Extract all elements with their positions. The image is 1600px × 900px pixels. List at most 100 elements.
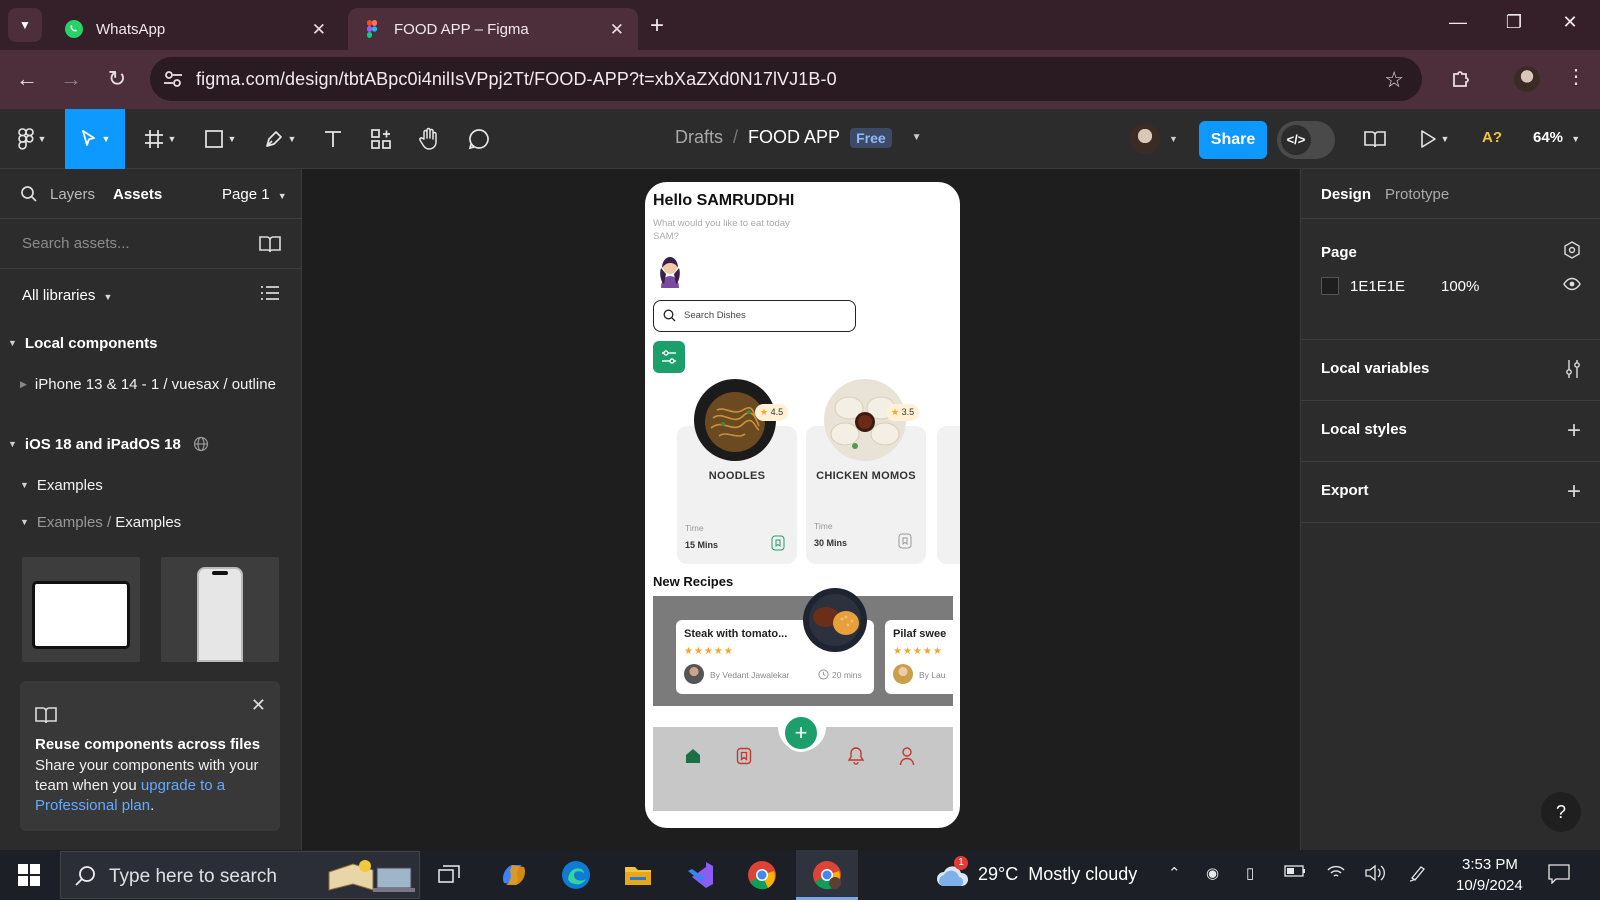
record-icon[interactable]: ◉ — [1206, 864, 1219, 882]
shape-tool[interactable]: ▼ — [198, 109, 242, 169]
reload-icon[interactable]: ↻ — [104, 66, 130, 92]
taskbar-search-box[interactable]: Type here to search — [60, 851, 420, 899]
close-icon[interactable]: ✕ — [312, 20, 326, 40]
edge-icon[interactable] — [560, 859, 592, 891]
pen-tool[interactable]: ▼ — [258, 109, 302, 169]
hand-tool[interactable] — [412, 109, 446, 169]
component-folder[interactable]: ▶ iPhone 13 & 14 - 1 / vuesax / outline — [20, 376, 276, 393]
profile-avatar[interactable] — [1514, 66, 1540, 92]
phone-link-icon[interactable]: ▯ — [1246, 864, 1254, 882]
close-icon[interactable]: ✕ — [251, 695, 266, 716]
breadcrumb-drafts[interactable]: Drafts — [675, 127, 723, 148]
list-view-icon[interactable] — [260, 284, 280, 302]
help-button[interactable]: ? — [1541, 792, 1581, 832]
back-icon[interactable]: ← — [14, 66, 40, 92]
move-tool[interactable]: ▼ — [65, 109, 125, 169]
library-button[interactable] — [1360, 109, 1390, 169]
local-variables-section[interactable]: Local variables — [1301, 340, 1600, 401]
variables-sliders-icon[interactable] — [1565, 359, 1581, 379]
battery-icon[interactable] — [1284, 864, 1306, 878]
tab-prototype[interactable]: Prototype — [1385, 186, 1449, 203]
page-color-value[interactable]: 1E1E1E — [1350, 278, 1405, 295]
windows-start-icon[interactable] — [18, 864, 40, 886]
chrome-icon[interactable] — [746, 859, 778, 891]
multiplayer-avatar[interactable] — [1130, 124, 1160, 154]
task-view-icon[interactable] — [438, 865, 460, 885]
asset-search-field[interactable]: Search assets... — [0, 219, 302, 269]
tab-assets[interactable]: Assets — [113, 186, 162, 203]
window-close-icon[interactable]: ✕ — [1556, 12, 1584, 38]
add-button[interactable]: + — [782, 714, 820, 752]
profile-icon[interactable] — [899, 746, 915, 766]
present-button[interactable]: ▼ — [1412, 109, 1456, 169]
main-menu-button[interactable]: ▼ — [10, 109, 54, 169]
food-app-frame[interactable]: Hello SAMRUDDHI What would you like to e… — [645, 182, 960, 828]
saved-icon[interactable] — [736, 747, 752, 765]
visual-studio-icon[interactable] — [684, 859, 716, 891]
recipe-card-pilaf[interactable]: Pilaf swee ★★★★★ By Lau — [885, 620, 960, 694]
notification-bell-icon[interactable] — [847, 746, 865, 766]
site-settings-icon[interactable] — [162, 68, 184, 90]
section-local-components[interactable]: ▼ Local components — [8, 335, 157, 352]
share-button[interactable]: Share — [1199, 121, 1267, 159]
page-opacity-value[interactable]: 100% — [1441, 278, 1479, 295]
copilot-icon[interactable] — [498, 859, 530, 891]
volume-icon[interactable] — [1364, 864, 1386, 882]
bookmark-icon[interactable] — [898, 533, 912, 549]
address-bar[interactable]: figma.com/design/tbtABpc0i4nilIsVPpj2Tt/… — [150, 57, 1422, 101]
chevron-down-icon[interactable]: ▼ — [1169, 134, 1178, 144]
local-styles-section[interactable]: Local styles + — [1301, 401, 1600, 462]
clock-time[interactable]: 3:53 PM — [1462, 856, 1518, 873]
comment-tool[interactable] — [462, 109, 496, 169]
page-color-swatch[interactable] — [1321, 277, 1339, 295]
plus-icon[interactable]: + — [1567, 417, 1581, 445]
extensions-icon[interactable] — [1450, 66, 1474, 90]
section-ios-library[interactable]: ▼ iOS 18 and iPadOS 18 — [8, 436, 209, 453]
frame-tool[interactable]: ▼ — [138, 109, 182, 169]
missing-fonts-indicator[interactable]: A? — [1482, 129, 1502, 146]
zoom-control[interactable]: 64% ▼ — [1533, 129, 1580, 146]
resources-tool[interactable] — [364, 109, 398, 169]
tab-whatsapp[interactable]: WhatsApp ✕ — [50, 8, 340, 50]
search-icon[interactable] — [20, 185, 38, 203]
new-tab-button[interactable]: + — [650, 12, 664, 40]
home-icon[interactable] — [684, 747, 702, 765]
export-section[interactable]: Export + — [1301, 462, 1600, 523]
chrome-profile-active[interactable] — [796, 850, 858, 900]
library-book-icon[interactable] — [258, 234, 282, 254]
file-explorer-icon[interactable] — [622, 859, 654, 891]
tab-design[interactable]: Design — [1321, 186, 1371, 203]
forward-icon[interactable]: → — [58, 66, 84, 92]
chevron-down-icon[interactable]: ▼ — [912, 132, 922, 143]
notification-center-icon[interactable] — [1548, 864, 1570, 884]
minimize-icon[interactable]: — — [1444, 12, 1472, 38]
examples-subfolder[interactable]: ▼ Examples / Examples — [20, 514, 181, 531]
page-selector[interactable]: Page 1 ▼ — [222, 186, 287, 203]
bookmark-star-icon[interactable]: ☆ — [1384, 67, 1404, 93]
eye-icon[interactable] — [1563, 277, 1581, 291]
pen-menu-icon[interactable] — [1408, 864, 1428, 882]
browser-menu-icon[interactable]: ⋮ — [1566, 64, 1586, 89]
examples-folder[interactable]: ▼ Examples — [20, 477, 103, 494]
dish-search-input[interactable]: Search Dishes — [653, 300, 856, 332]
wifi-icon[interactable] — [1326, 864, 1346, 880]
library-filter[interactable]: All libraries ▼ — [22, 287, 112, 304]
weather-text[interactable]: 29°C Mostly cloudy — [978, 864, 1137, 885]
tab-layers[interactable]: Layers — [50, 186, 95, 203]
plan-badge[interactable]: Free — [850, 127, 892, 148]
restore-icon[interactable]: ❐ — [1500, 12, 1528, 38]
clock-date[interactable]: 10/9/2024 — [1456, 877, 1523, 894]
styles-hex-icon[interactable] — [1563, 241, 1581, 259]
dev-mode-toggle[interactable]: </> — [1277, 121, 1335, 159]
component-thumbnail-ipad[interactable] — [22, 557, 140, 662]
file-name[interactable]: FOOD APP — [748, 127, 840, 148]
tab-figma[interactable]: FOOD APP – Figma ✕ — [348, 8, 638, 50]
plus-icon[interactable]: + — [1567, 478, 1581, 506]
chevron-up-icon[interactable]: ⌃ — [1168, 864, 1181, 882]
tab-search-button[interactable]: ▼ — [8, 8, 42, 42]
text-tool[interactable] — [316, 109, 350, 169]
bookmark-icon[interactable] — [771, 535, 785, 551]
component-thumbnail-iphone[interactable] — [161, 557, 279, 662]
close-icon[interactable]: ✕ — [610, 20, 624, 40]
filter-button[interactable] — [653, 341, 685, 373]
